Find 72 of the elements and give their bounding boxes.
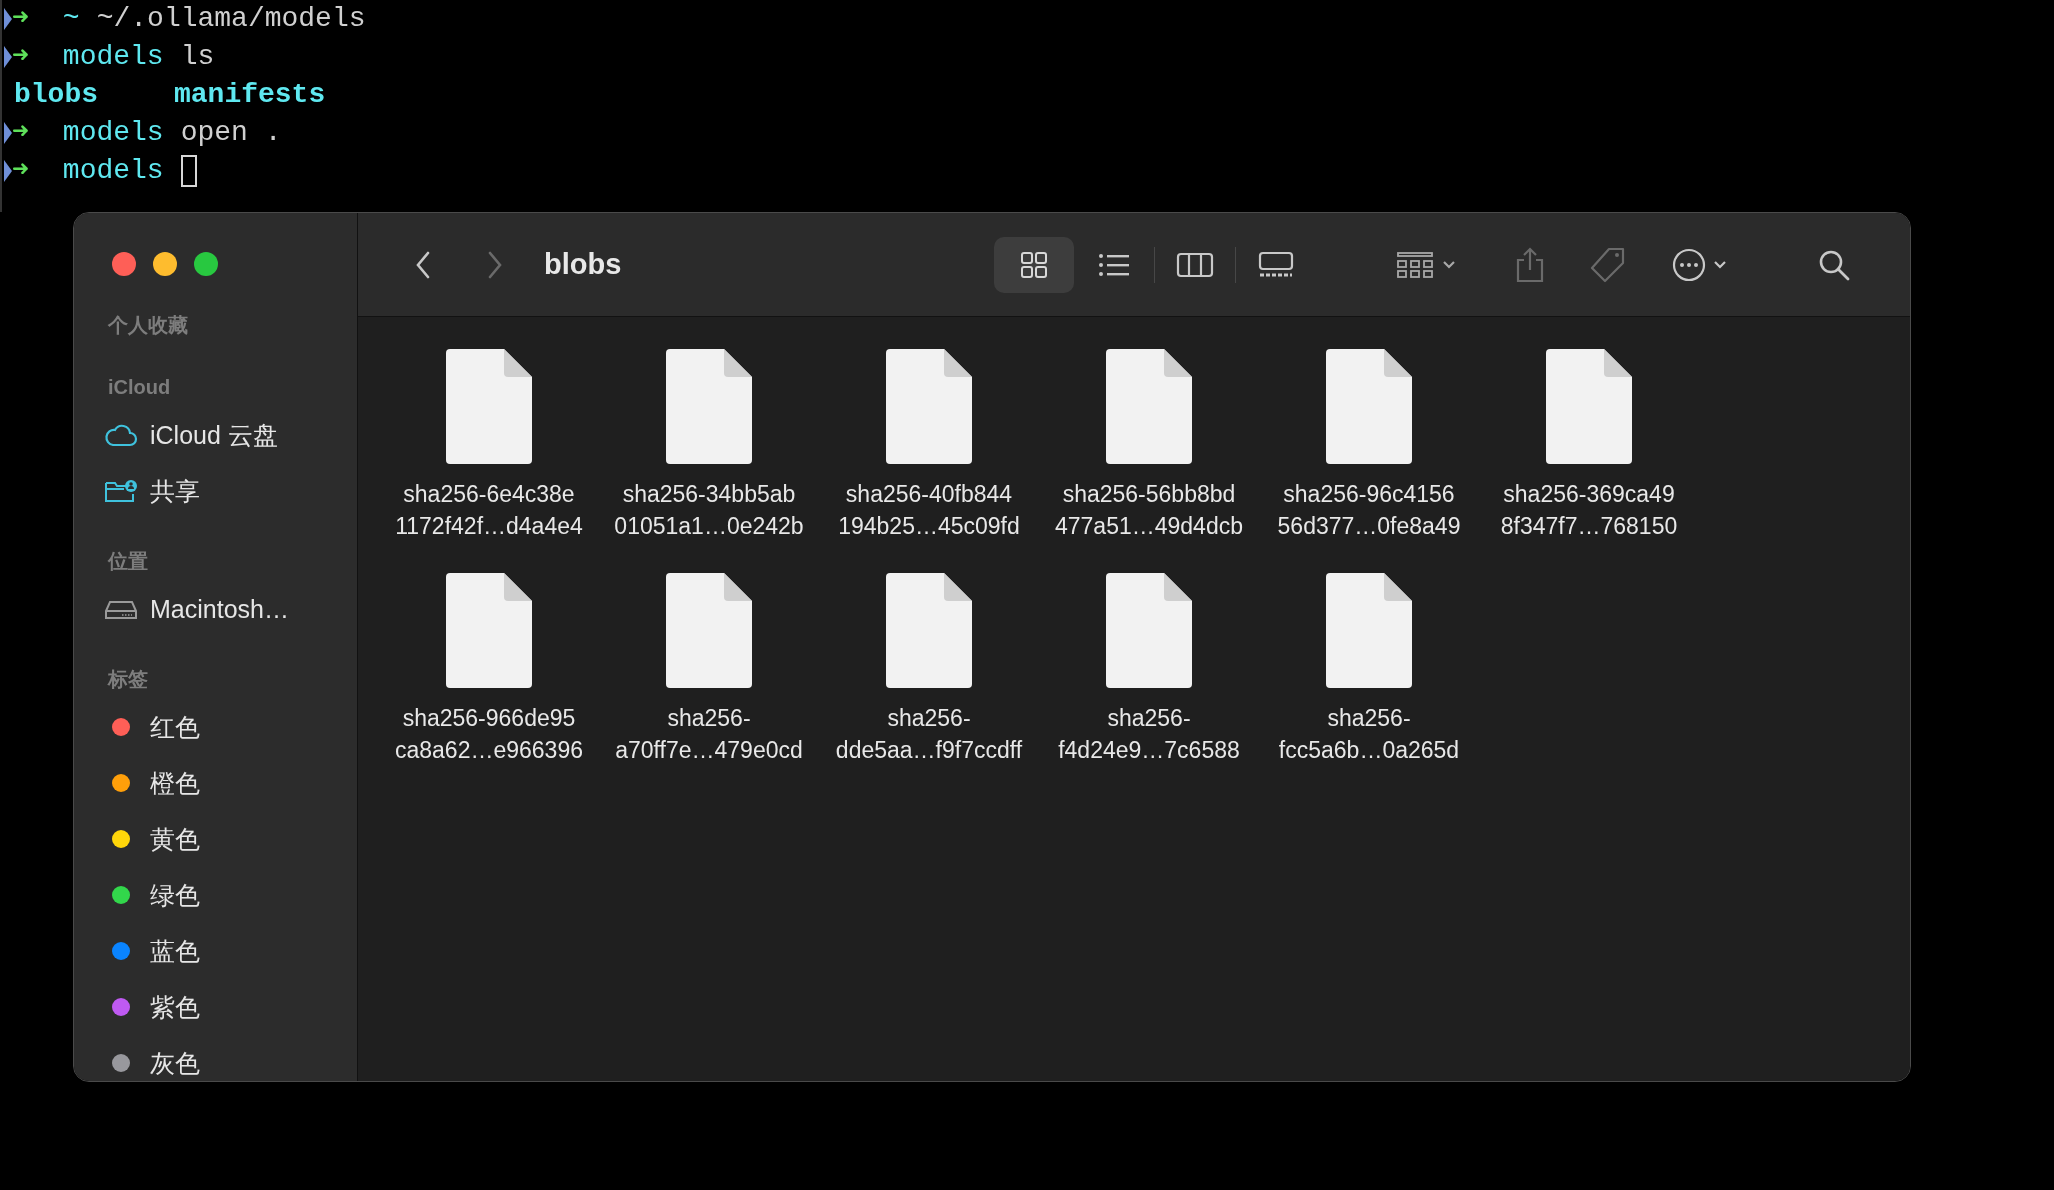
sidebar-item[interactable]: 蓝色: [104, 923, 344, 979]
document-icon[interactable]: [1326, 573, 1412, 688]
sidebar-item[interactable]: 绿色: [104, 867, 344, 923]
prompt-marker-icon: [4, 160, 12, 182]
document-icon[interactable]: [1106, 349, 1192, 464]
file-name: sha256-34bb5ab 01051a1…0e242b: [614, 480, 804, 541]
document-icon[interactable]: [446, 573, 532, 688]
grid-icon: [1019, 249, 1049, 280]
chevron-down-icon: [1442, 260, 1456, 269]
grid-icon: [1396, 249, 1436, 280]
more-button[interactable]: [1671, 246, 1727, 283]
prompt-directory: models: [62, 116, 164, 150]
file-name: sha256- dde5aa…f9f7ccdff: [835, 704, 1023, 765]
file-name: sha256-966de95 ca8a62…e966396: [395, 704, 583, 765]
file-name: sha256- a70ff7e…479e0cd: [615, 704, 803, 765]
file-name: sha256- fcc5a6b…0a265d: [1278, 704, 1460, 765]
prompt-arrow: ➜: [12, 154, 29, 188]
document-icon[interactable]: [886, 349, 972, 464]
command-text: open .: [180, 116, 282, 150]
group-by-button[interactable]: [1396, 249, 1456, 280]
back-icon[interactable]: [414, 249, 432, 280]
sidebar-item[interactable]: Macintosh…: [104, 581, 344, 637]
document-icon[interactable]: [886, 573, 972, 688]
sidebar-item[interactable]: 灰色: [104, 1035, 344, 1081]
gallery-icon: [1257, 249, 1295, 280]
sidebar-item[interactable]: 黄色: [104, 811, 344, 867]
file-name: sha256-40fb844 194b25…45c09fd: [838, 480, 1020, 541]
file-name: sha256- f4d24e9…7c6588: [1058, 704, 1240, 765]
sidebar-item[interactable]: 橙色: [104, 755, 344, 811]
prompt-arrow: ➜: [12, 40, 29, 74]
command-text: ~/.ollama/models: [96, 2, 366, 36]
shared-folder-icon: [104, 478, 138, 504]
document-icon[interactable]: [446, 349, 532, 464]
prompt-directory: ~: [62, 2, 80, 36]
share-icon[interactable]: [1515, 245, 1545, 284]
zoom-button[interactable]: [194, 252, 218, 276]
chevron-down-icon: [1713, 260, 1727, 269]
output-entry: blobs: [14, 78, 99, 112]
icons-view-button[interactable]: [994, 236, 1074, 293]
sidebar-item[interactable]: 共享: [104, 463, 344, 519]
tag-icon[interactable]: [1589, 245, 1627, 284]
forward-icon[interactable]: [486, 249, 504, 280]
prompt-arrow: ➜: [12, 116, 29, 150]
section-heading: 标签: [106, 667, 149, 692]
prompt-marker-icon: [4, 8, 12, 30]
section-heading: 位置: [107, 549, 149, 574]
sidebar-item[interactable]: iCloud 云盘: [104, 407, 344, 463]
sidebar-item[interactable]: 紫色: [104, 979, 344, 1035]
document-icon[interactable]: [1546, 349, 1632, 464]
document-icon[interactable]: [1326, 349, 1412, 464]
prompt-marker-icon: [4, 122, 12, 144]
cloud-icon: [104, 422, 138, 448]
close-button[interactable]: [112, 252, 136, 276]
file-name: sha256-96c4156 56d377…0fe8a49: [1277, 480, 1461, 541]
file-name: sha256-6e4c38e 1172f42f…d4a4e4: [395, 480, 583, 541]
document-icon[interactable]: [666, 349, 752, 464]
prompt-arrow: ➜: [12, 2, 29, 36]
file-name: sha256-369ca49 8f347f7…768150: [1500, 480, 1678, 541]
document-icon[interactable]: [1106, 573, 1192, 688]
prompt-directory: models: [62, 154, 164, 188]
prompt-directory: models: [62, 40, 164, 74]
prompt-marker-icon: [4, 46, 12, 68]
sidebar-item[interactable]: 红色: [104, 699, 344, 755]
command-text: ls: [180, 40, 215, 74]
document-icon[interactable]: [666, 573, 752, 688]
output-entry: manifests: [174, 78, 324, 112]
ellipsis-circle-icon: [1671, 246, 1707, 283]
section-heading: 个人收藏: [107, 313, 189, 338]
section-heading: iCloud: [107, 375, 172, 400]
minimize-button[interactable]: [153, 252, 177, 276]
window-title: blobs: [544, 248, 623, 281]
file-name: sha256-56bb8bd 477a51…49d4dcb: [1055, 480, 1243, 541]
